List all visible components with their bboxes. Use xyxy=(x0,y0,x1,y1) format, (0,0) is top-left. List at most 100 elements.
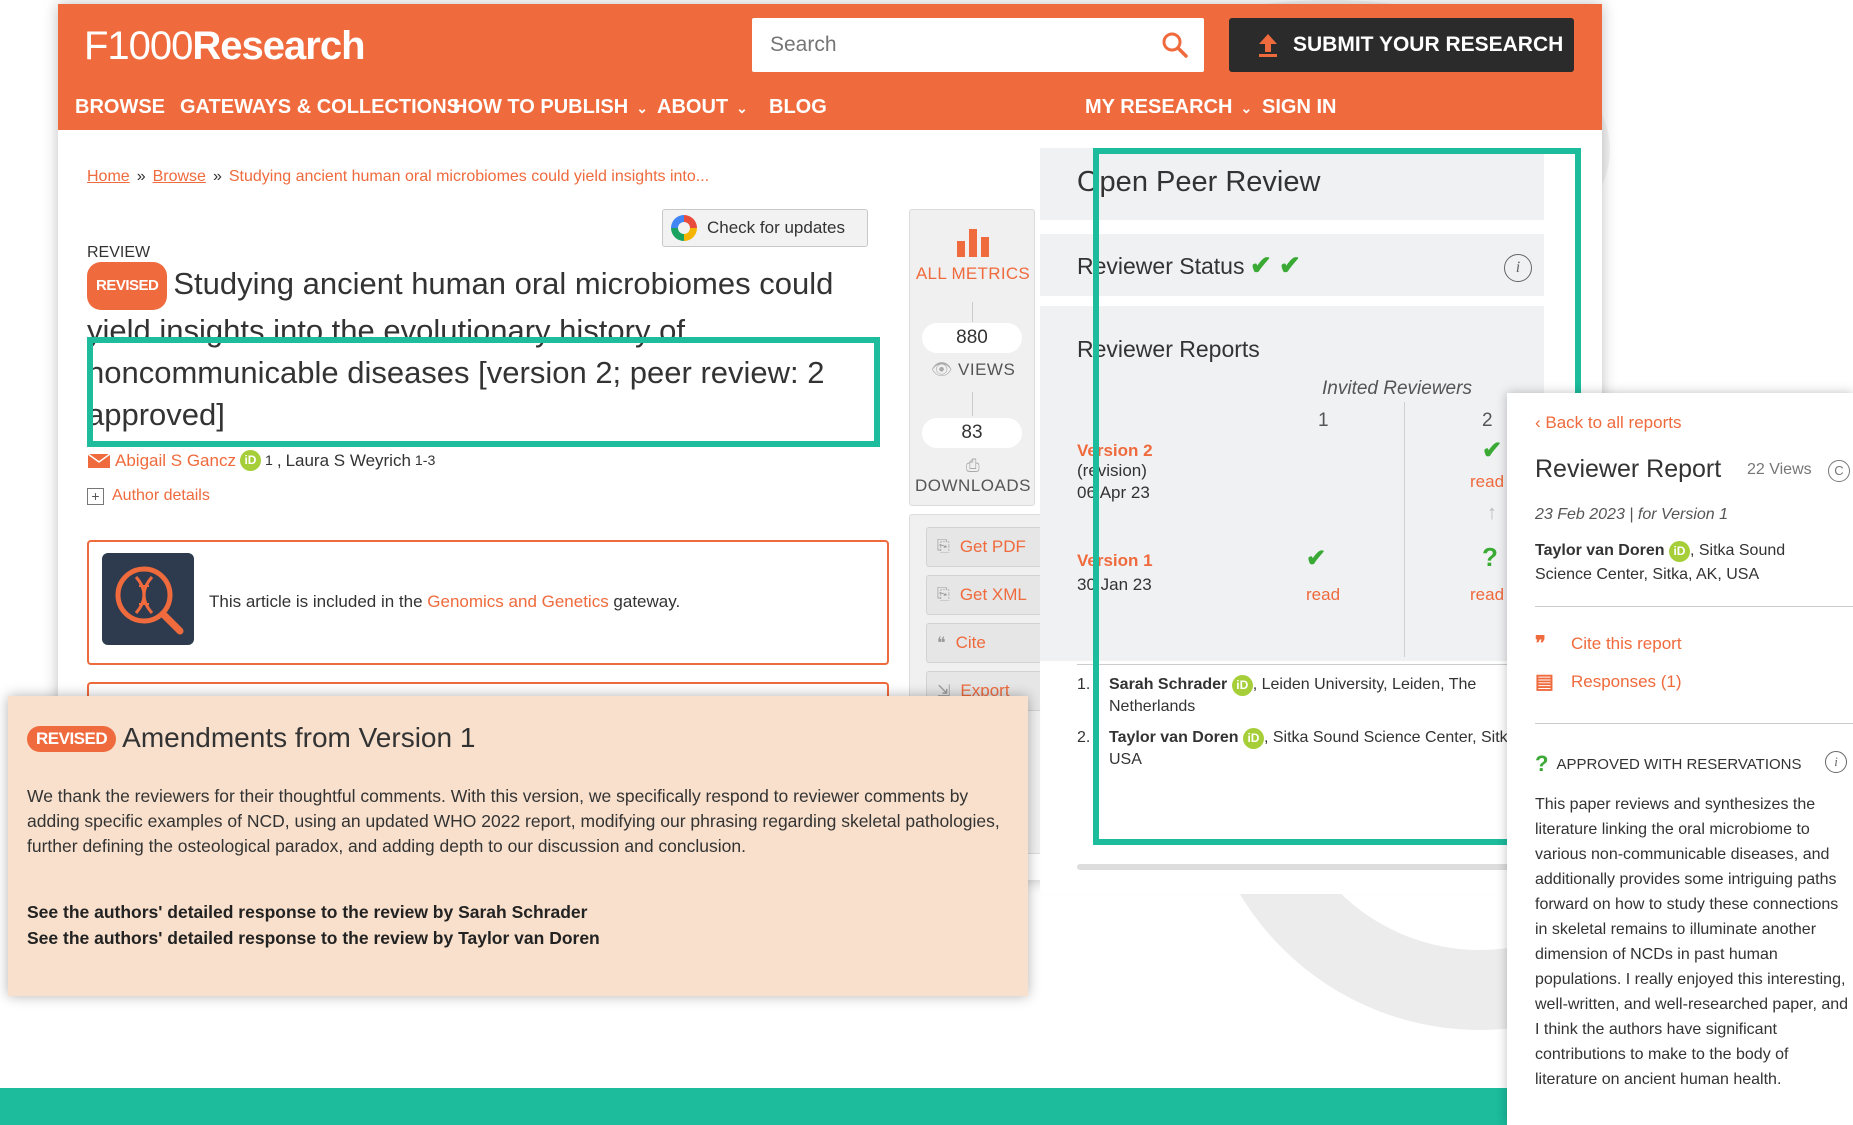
nav-browse[interactable]: BROWSE xyxy=(75,96,165,119)
back-to-reports-link[interactable]: ‹ Back to all reports xyxy=(1535,413,1681,433)
envelope-icon[interactable] xyxy=(87,452,111,469)
chevron-down-icon: ⌄ xyxy=(636,100,648,116)
responses-label: Responses (1) xyxy=(1571,671,1682,691)
breadcrumb-home[interactable]: Home xyxy=(87,168,130,185)
quote-icon: ❝ xyxy=(937,635,946,652)
submit-label: SUBMIT YOUR RESEARCH xyxy=(1293,33,1564,56)
nav-my-research[interactable]: MY RESEARCH ⌄ xyxy=(1085,96,1252,119)
amendments-title: Amendments from Version 1 xyxy=(122,722,476,753)
author-list: Abigail S Gancz iD 1, Laura S Weyrich 1-3 xyxy=(87,450,435,471)
scrollbar[interactable] xyxy=(1077,864,1544,870)
revised-badge: REVISED xyxy=(27,726,117,752)
report-author: Taylor van Doren iD, Sitka Sound Science… xyxy=(1535,539,1835,587)
author-affiliation-2: 1-3 xyxy=(414,452,436,469)
metrics-connector xyxy=(972,302,973,322)
gateway-suffix: gateway. xyxy=(608,592,681,611)
reviewer-report-panel: ‹ Back to all reports Reviewer Report 22… xyxy=(1507,393,1853,1125)
nav-about-label: ABOUT xyxy=(657,96,729,118)
cite-label: Cite xyxy=(955,633,986,652)
dna-magnifier-icon xyxy=(102,553,194,645)
bar-chart-icon xyxy=(957,229,989,257)
site-logo[interactable]: F1000Research xyxy=(84,24,366,69)
author-separator: , xyxy=(276,450,282,470)
nav-about[interactable]: ABOUT ⌄ xyxy=(657,96,748,119)
nav-how-to-publish[interactable]: HOW TO PUBLISH ⌄ xyxy=(453,96,648,119)
response-link-2[interactable]: See the authors' detailed response to th… xyxy=(27,925,600,951)
breadcrumb-separator: » xyxy=(212,168,222,185)
report-date: 23 Feb 2023 | for Version 1 xyxy=(1535,506,1729,523)
comment-icon: ▤ xyxy=(1535,671,1554,693)
views-label: 👁 VIEWS xyxy=(910,360,1036,380)
review-verdict: ? APPROVED WITH RESERVATIONS xyxy=(1535,751,1802,777)
downloads-count: 83 xyxy=(922,418,1022,448)
revised-badge: REVISED xyxy=(87,262,168,310)
nav-gateways[interactable]: GATEWAYS & COLLECTIONS xyxy=(180,96,460,119)
report-views: 22 Views xyxy=(1747,461,1812,478)
author-name-1[interactable]: Abigail S Gancz xyxy=(115,451,236,471)
logo-suffix: Research xyxy=(192,24,365,68)
metrics-connector xyxy=(972,392,973,416)
report-author-name[interactable]: Taylor van Doren xyxy=(1535,542,1665,559)
author-response-links: See the authors' detailed response to th… xyxy=(27,899,600,951)
chevron-down-icon: ⌄ xyxy=(1240,100,1253,116)
report-title: Reviewer Report xyxy=(1535,455,1722,483)
cite-report-button[interactable]: ❞ Cite this report xyxy=(1535,631,1682,656)
downloads-label-text: DOWNLOADS xyxy=(915,476,1031,495)
report-divider xyxy=(1535,723,1853,724)
gateway-banner: This article is included in the Genomics… xyxy=(87,540,889,665)
orcid-icon[interactable]: iD xyxy=(1668,541,1690,562)
author-details-toggle[interactable]: + Author details xyxy=(87,487,210,505)
cite-report-label: Cite this report xyxy=(1571,633,1682,653)
search-icon[interactable] xyxy=(1160,30,1190,60)
xml-icon: ⎘ xyxy=(937,586,950,603)
get-pdf-label: Get PDF xyxy=(959,537,1026,556)
question-icon: ? xyxy=(1535,751,1549,776)
response-link-1[interactable]: See the authors' detailed response to th… xyxy=(27,899,600,925)
author-affiliation-1: 1 xyxy=(264,452,273,469)
get-pdf-button[interactable]: ⎘ Get PDF xyxy=(926,527,1050,567)
reviewer-number: 1. xyxy=(1077,676,1091,693)
breadcrumb-current: Studying ancient human oral microbiomes … xyxy=(228,168,710,185)
logo-prefix: F1000 xyxy=(84,24,193,68)
nav-how-to-publish-label: HOW TO PUBLISH xyxy=(453,96,629,118)
all-metrics-link[interactable]: ALL METRICS xyxy=(910,264,1036,284)
author-name-2[interactable]: Laura S Weyrich xyxy=(286,451,411,471)
nav-sign-in[interactable]: SIGN IN xyxy=(1262,96,1336,119)
gateway-link[interactable]: Genomics and Genetics xyxy=(427,592,608,611)
orcid-icon[interactable]: iD xyxy=(239,450,261,471)
metrics-panel: ALL METRICS 880 👁 VIEWS 83 ⎙ DOWNLOADS xyxy=(909,209,1035,506)
submit-research-button[interactable]: SUBMIT YOUR RESEARCH xyxy=(1229,18,1574,72)
plus-icon: + xyxy=(87,487,104,505)
breadcrumb: Home » Browse » Studying ancient human oral … xyxy=(87,168,709,186)
title-highlight-box xyxy=(87,337,880,447)
views-count: 880 xyxy=(922,323,1022,353)
article-type: REVIEW xyxy=(87,244,151,261)
amendments-title-row: REVISED Amendments from Version 1 xyxy=(27,722,475,754)
chevron-left-icon: ‹ xyxy=(1535,413,1546,432)
check-for-updates-button[interactable]: Check for updates xyxy=(662,209,868,247)
creative-commons-icon: C xyxy=(1828,460,1850,482)
report-divider xyxy=(1535,606,1853,607)
responses-button[interactable]: ▤ Responses (1) xyxy=(1535,669,1682,694)
downloads-label: ⎙ DOWNLOADS xyxy=(910,456,1036,496)
pdf-icon: ⎘ xyxy=(937,538,950,555)
verdict-label: APPROVED WITH RESERVATIONS xyxy=(1556,755,1802,773)
nav-blog[interactable]: BLOG xyxy=(769,96,827,119)
upload-icon xyxy=(1259,34,1277,57)
amendments-body: We thank the reviewers for their thought… xyxy=(27,786,1000,856)
search-box xyxy=(752,18,1204,72)
get-xml-button[interactable]: ⎘ Get XML xyxy=(926,575,1050,615)
info-icon[interactable]: i xyxy=(1825,751,1847,773)
download-icon: ⎙ xyxy=(965,456,981,475)
search-input[interactable] xyxy=(770,33,1130,57)
quote-icon: ❞ xyxy=(1535,633,1546,655)
get-xml-label: Get XML xyxy=(959,585,1027,604)
eye-icon: 👁 xyxy=(930,360,953,379)
nav-my-research-label: MY RESEARCH xyxy=(1085,96,1233,118)
cite-button[interactable]: ❝ Cite xyxy=(926,623,1050,663)
breadcrumb-browse[interactable]: Browse xyxy=(153,168,206,185)
author-details-label: Author details xyxy=(112,487,210,504)
back-label: Back to all reports xyxy=(1545,413,1682,432)
gateway-text: This article is included in the Genomics… xyxy=(209,592,680,612)
crossmark-icon xyxy=(671,215,697,241)
